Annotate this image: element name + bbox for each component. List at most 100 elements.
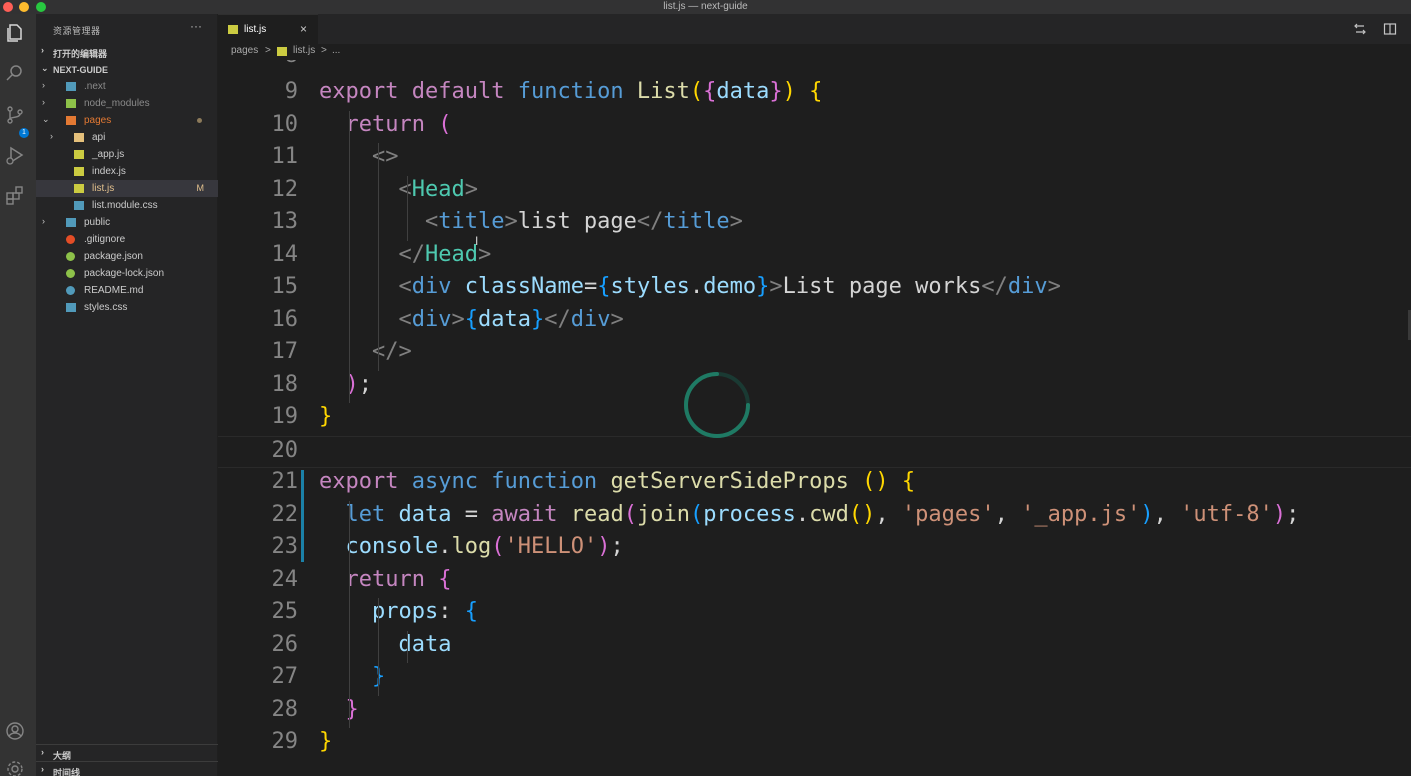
project-label: NEXT-GUIDE [53,65,109,75]
code-text: return ( [345,111,452,137]
tree-item-pages[interactable]: ⌄ pages [36,112,218,129]
line-number: 16 [271,306,299,332]
search-icon[interactable] [4,62,26,84]
editor-actions [1341,22,1397,41]
breadcrumb-file[interactable]: list.js [293,45,315,56]
git-change-indicator[interactable] [301,470,304,562]
chevron-down-icon: ⌄ [42,114,50,124]
code-line: 19} [218,403,1411,435]
git-status-badge: M [196,183,205,193]
code-text: } [319,404,333,429]
line-number: 10 [271,111,299,137]
code-text: <div className={styles.demo}>List page w… [398,274,1061,299]
code-text: let data = await read(join(process.cwd()… [345,501,1300,527]
tree-item-app-js[interactable]: _app.js [36,146,218,163]
tree-item-index-js[interactable]: index.js [36,163,218,180]
open-editors-section[interactable]: › 打开的编辑器 [36,43,218,60]
run-debug-icon[interactable] [4,144,26,166]
tree-item-package-json[interactable]: package.json [36,248,218,265]
chevron-right-icon: › [42,97,45,107]
source-control-icon[interactable] [4,104,26,126]
explorer-icon[interactable] [4,22,26,44]
explorer-sidebar: 资源管理器 ··· › 打开的编辑器 ⌄ NEXT-GUIDE › .next › n… [36,14,218,776]
outline-section[interactable]: › 大纲 [36,744,218,761]
code-line: 16 <div>{data}</div> [218,306,1411,338]
breadcrumb-folder[interactable]: pages [231,45,258,56]
indent-guide [407,175,408,241]
line-number: 14 [271,241,299,267]
code-editor[interactable]: 8 9 export default function List({data}) … [218,60,1411,776]
code-line: 15 <div className={styles.demo}>List pag… [218,273,1411,305]
more-actions-icon[interactable]: ··· [190,19,202,33]
git-icon [66,235,75,244]
tree-item-gitignore[interactable]: .gitignore [36,231,218,248]
tab-list-js[interactable]: list.js × [218,14,318,44]
code-text: return { [345,566,452,592]
tree-item-public[interactable]: › public [36,214,218,231]
indent-guide [378,598,379,696]
code-line: 27 } [218,663,1411,695]
split-editor-icon[interactable] [1383,22,1397,36]
chevron-down-icon: ⌄ [41,63,49,73]
line-number: 27 [271,664,299,689]
tree-item-label: styles.css [84,302,128,313]
code-line: 14 </Head> [218,241,1411,273]
tree-item-readme-md[interactable]: README.md [36,282,218,299]
open-changes-icon[interactable] [1353,22,1367,36]
tree-item-list-module-css[interactable]: list.module.css [36,197,218,214]
tab-bar: list.js × [218,14,1411,44]
activity-bar: 1 [0,14,36,776]
code-text: } [319,664,385,689]
line-number: 8 [218,60,298,68]
code-text: <div>{data}</div> [398,306,624,332]
breadcrumb-separator: > [265,45,271,56]
folder-open-icon [66,116,76,125]
code-text: <> [371,144,399,169]
code-line: 26 data [218,631,1411,663]
code-line: 25 props: { [218,598,1411,630]
breadcrumb: pages > list.js > ... [218,44,1411,60]
open-editors-label: 打开的编辑器 [53,49,108,59]
tree-item-node-modules[interactable]: › node_modules [36,95,218,112]
js-file-icon [277,47,287,56]
project-section[interactable]: ⌄ NEXT-GUIDE [36,61,218,78]
title-bar: list.js — next-guide [0,0,1411,14]
modified-dot-icon [197,118,202,123]
folder-icon [66,99,76,108]
tree-item-styles-css[interactable]: styles.css [36,299,218,316]
folder-icon [74,133,84,142]
code-line: 21 export async function getServerSidePro… [218,468,1411,500]
tree-item-list-js[interactable]: list.js M [36,180,218,197]
code-line: 8 [218,60,1411,74]
text-cursor-icon: I [475,234,479,248]
chevron-right-icon: › [42,216,45,226]
close-tab-icon[interactable]: × [300,22,307,36]
chevron-right-icon: › [41,45,44,55]
line-number: 28 [271,696,299,722]
line-number: 12 [271,176,299,202]
tree-item-label: README.md [84,285,144,296]
code-text: } [345,696,359,722]
extensions-icon[interactable] [4,184,26,206]
tree-item-api[interactable]: › api [36,129,218,146]
line-number: 9 [284,79,298,104]
code-line: 10 return ( [218,111,1411,143]
tree-item-label: node_modules [84,98,150,109]
timeline-section[interactable]: › 时间线 [36,761,218,776]
code-text: props: { [371,599,478,624]
chevron-right-icon: › [41,764,44,774]
code-line: 22 let data = await read(join(process.cw… [218,501,1411,533]
chevron-right-icon: › [50,131,53,141]
tree-item-label: list.js [92,183,115,194]
breadcrumb-symbol[interactable]: ... [332,45,340,56]
settings-gear-icon[interactable] [4,758,26,776]
breadcrumb-separator: > [321,45,327,56]
account-icon[interactable] [4,720,26,742]
tree-item-next[interactable]: › .next [36,78,218,95]
code-line: 12 <Head> [218,176,1411,208]
code-text: </Head> [398,241,492,267]
json-icon [66,252,75,261]
loading-spinner-icon [683,371,751,439]
tree-item-package-lock-json[interactable]: package-lock.json [36,265,218,282]
code-line: 18 ); [218,371,1411,403]
